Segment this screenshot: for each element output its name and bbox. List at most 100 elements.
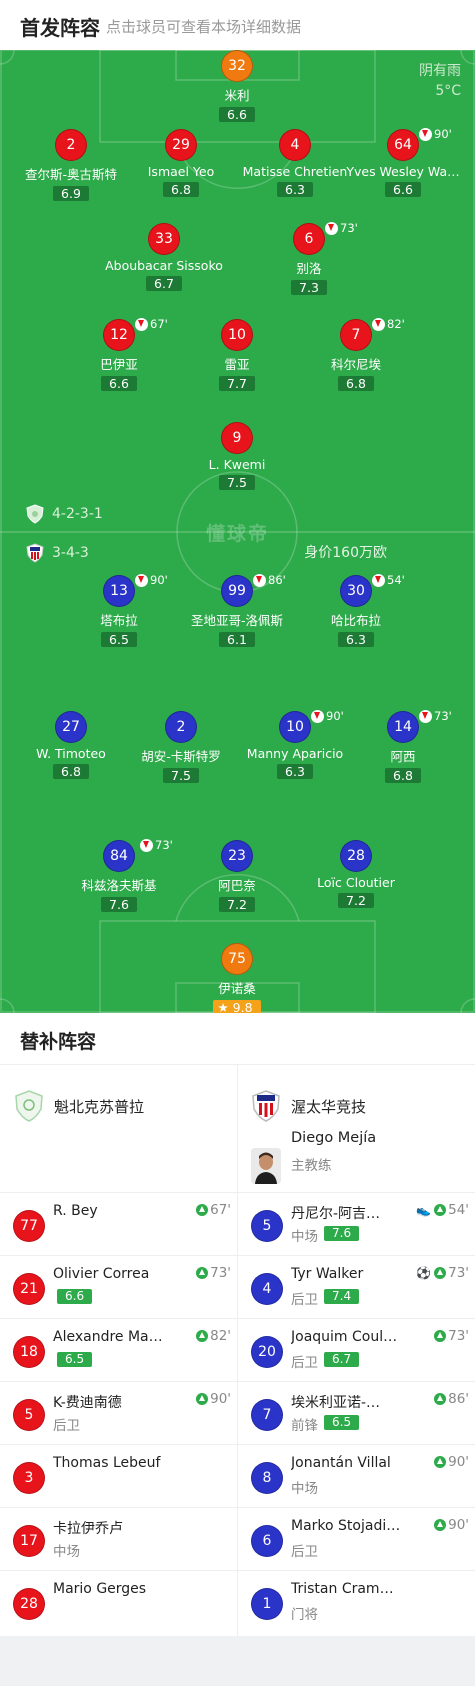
sub-name: Thomas Lebeuf — [53, 1455, 161, 1471]
away-player-defender-1[interactable]: 84 73' 科兹洛夫斯基 7.6 — [59, 838, 179, 913]
home-team-head[interactable]: 魁北克苏普拉 — [14, 1076, 144, 1136]
home-player-defender-2[interactable]: 29 Ismael Yeo 6.8 — [121, 129, 241, 198]
home-player-attacking-mid-2[interactable]: 10 雷亚 7.7 — [177, 319, 297, 392]
away-sub-7[interactable]: 1 Tristan Cram… 门将 — [238, 1571, 475, 1634]
away-sub-5[interactable]: 8 Jonantán Villal 中场 90' — [238, 1445, 475, 1508]
sub-name: 卡拉伊乔卢 — [53, 1521, 123, 1537]
row-divider — [0, 1507, 237, 1508]
row-divider — [0, 1318, 237, 1319]
player-rating: 6.6 — [385, 182, 421, 197]
row-divider — [0, 1444, 237, 1445]
player-name: L. Kwemi — [208, 457, 266, 472]
player-rating: 7.3 — [291, 280, 327, 295]
sub-in-icon — [434, 1456, 447, 1468]
away-team-value: 身价160万欧 — [304, 545, 387, 561]
sub-number: 4 — [251, 1273, 283, 1305]
sub-event: 👟 54' — [416, 1202, 469, 1218]
player-rating: 6.5 — [101, 632, 137, 647]
player-number: 10 — [221, 319, 253, 351]
away-formation: 3-4-3 — [26, 543, 89, 563]
sub-position: 后卫 — [291, 1544, 318, 1560]
subs-header: 替补阵容 — [0, 1013, 475, 1065]
away-player-goalkeeper[interactable]: 75 伊诺桑 ★ 9.8 — [177, 943, 297, 1013]
sub-in-icon — [434, 1204, 447, 1216]
row-divider — [238, 1507, 475, 1508]
home-player-striker[interactable]: 9 L. Kwemi 7.5 — [177, 422, 297, 491]
player-rating: 6.3 — [277, 764, 313, 779]
away-team-head[interactable]: 渥太华竞技 — [251, 1076, 366, 1136]
player-number: 84 — [103, 840, 135, 872]
row-divider — [0, 1570, 237, 1571]
home-sub-2[interactable]: 21 Olivier Correa 6.6 73' — [0, 1256, 237, 1319]
away-player-midfielder-4[interactable]: 14 73' 阿西 6.8 — [343, 709, 463, 784]
away-player-forward-3[interactable]: 30 54' 哈比布拉 6.3 — [296, 573, 416, 648]
player-number: 10 — [279, 711, 311, 743]
home-sub-6[interactable]: 17 卡拉伊乔卢 中场 — [0, 1508, 237, 1571]
away-sub-4[interactable]: 7 埃米利亚诺-… 前锋 6.5 86' — [238, 1382, 475, 1445]
player-number: 27 — [55, 711, 87, 743]
away-sub-6[interactable]: 6 Marko Stojadi… 后卫 90' — [238, 1508, 475, 1571]
home-player-attacking-mid-3[interactable]: 7 82' 科尔尼埃 6.8 — [296, 317, 416, 392]
player-rating: ★ 9.8 — [213, 1000, 261, 1013]
player-rating: 6.8 — [53, 764, 89, 779]
player-number: 7 — [340, 319, 372, 351]
sub-out-icon — [135, 317, 148, 331]
player-number: 23 — [221, 840, 253, 872]
sub-position: 中场 — [291, 1229, 318, 1245]
home-player-goalkeeper[interactable]: 32 米利 6.6 — [177, 50, 297, 123]
away-sub-3[interactable]: 20 Joaquim Coul… 后卫 6.7 73' — [238, 1319, 475, 1382]
home-player-midfielder-2[interactable]: 6 73' 别洛 7.3 — [249, 221, 369, 296]
sub-event: 86' — [434, 1391, 469, 1407]
sub-position: 前锋 — [291, 1418, 318, 1434]
player-number: 75 — [221, 943, 253, 975]
away-player-midfielder-1[interactable]: 27 W. Timoteo 6.8 — [11, 711, 131, 780]
player-rating: 6.8 — [163, 182, 199, 197]
home-sub-1[interactable]: 77 R. Bey 67' — [0, 1193, 237, 1256]
player-rating: 6.8 — [385, 768, 421, 783]
sub-in-icon — [434, 1267, 447, 1279]
player-name: Yves Wesley Wa… — [346, 164, 460, 179]
sub-number: 17 — [13, 1525, 45, 1557]
player-name: 哈比布拉 — [330, 613, 381, 628]
away-sub-1[interactable]: 5 丹尼尔-阿吉… 中场 7.6 👟 54' — [238, 1193, 475, 1256]
home-crest-icon — [26, 504, 44, 524]
star-icon: ★ — [217, 1000, 229, 1013]
player-rating: 6.8 — [338, 376, 374, 391]
sub-number: 5 — [13, 1399, 45, 1431]
substitution-badge: 90' — [419, 127, 452, 141]
home-formation: 4-2-3-1 — [26, 504, 103, 524]
away-player-defender-3[interactable]: 28 Loïc Cloutier 7.2 — [296, 840, 416, 909]
goal-ball-icon: ⚽ — [416, 1266, 432, 1280]
sub-in-icon — [196, 1204, 209, 1216]
away-player-defender-2[interactable]: 23 阿巴奈 7.2 — [177, 840, 297, 913]
away-sub-2[interactable]: 4 Tyr Walker 后卫 7.4 ⚽ 73' — [238, 1256, 475, 1319]
row-divider — [238, 1318, 475, 1319]
home-player-attacking-mid-1[interactable]: 12 67' 巴伊亚 6.6 — [59, 317, 179, 392]
home-player-midfielder-1[interactable]: 33 Aboubacar Sissoko 6.7 — [104, 223, 224, 292]
away-player-forward-1[interactable]: 13 90' 塔布拉 6.5 — [59, 573, 179, 648]
sub-number: 77 — [13, 1210, 45, 1242]
coach-avatar — [251, 1148, 281, 1184]
home-sub-7[interactable]: 28 Mario Gerges — [0, 1571, 237, 1634]
player-number: 13 — [103, 575, 135, 607]
home-sub-5[interactable]: 3 Thomas Lebeuf — [0, 1445, 237, 1508]
home-sub-4[interactable]: 5 K-费迪南德 后卫 90' — [0, 1382, 237, 1445]
home-player-defender-3[interactable]: 4 Matisse Chretien 6.3 — [235, 129, 355, 198]
home-player-defender-1[interactable]: 2 查尔斯-奥古斯特 6.9 — [11, 129, 131, 202]
page-title: 首发阵容 — [20, 16, 100, 40]
sub-event: 73' — [434, 1328, 469, 1344]
sub-event: 90' — [434, 1517, 469, 1533]
away-player-midfielder-2[interactable]: 2 胡安-卡斯特罗 7.5 — [121, 711, 241, 784]
player-number: 9 — [221, 422, 253, 454]
home-sub-3[interactable]: 18 Alexandre Ma… 6.5 82' — [0, 1319, 237, 1382]
player-name: 巴伊亚 — [100, 357, 138, 372]
sub-number: 8 — [251, 1462, 283, 1494]
home-player-defender-4[interactable]: 64 90' Yves Wesley Wa… 6.6 — [343, 127, 463, 198]
sub-name: K-费迪南德 — [53, 1395, 122, 1411]
player-name: Ismael Yeo — [147, 164, 215, 179]
away-player-midfielder-3[interactable]: 10 90' Manny Aparicio 6.3 — [235, 709, 355, 780]
sub-event: 67' — [196, 1202, 231, 1218]
sub-out-icon — [140, 838, 153, 852]
substitution-badge: 90' — [311, 709, 344, 723]
away-player-forward-2[interactable]: 99 86' 圣地亚哥-洛佩斯 6.1 — [177, 573, 297, 648]
